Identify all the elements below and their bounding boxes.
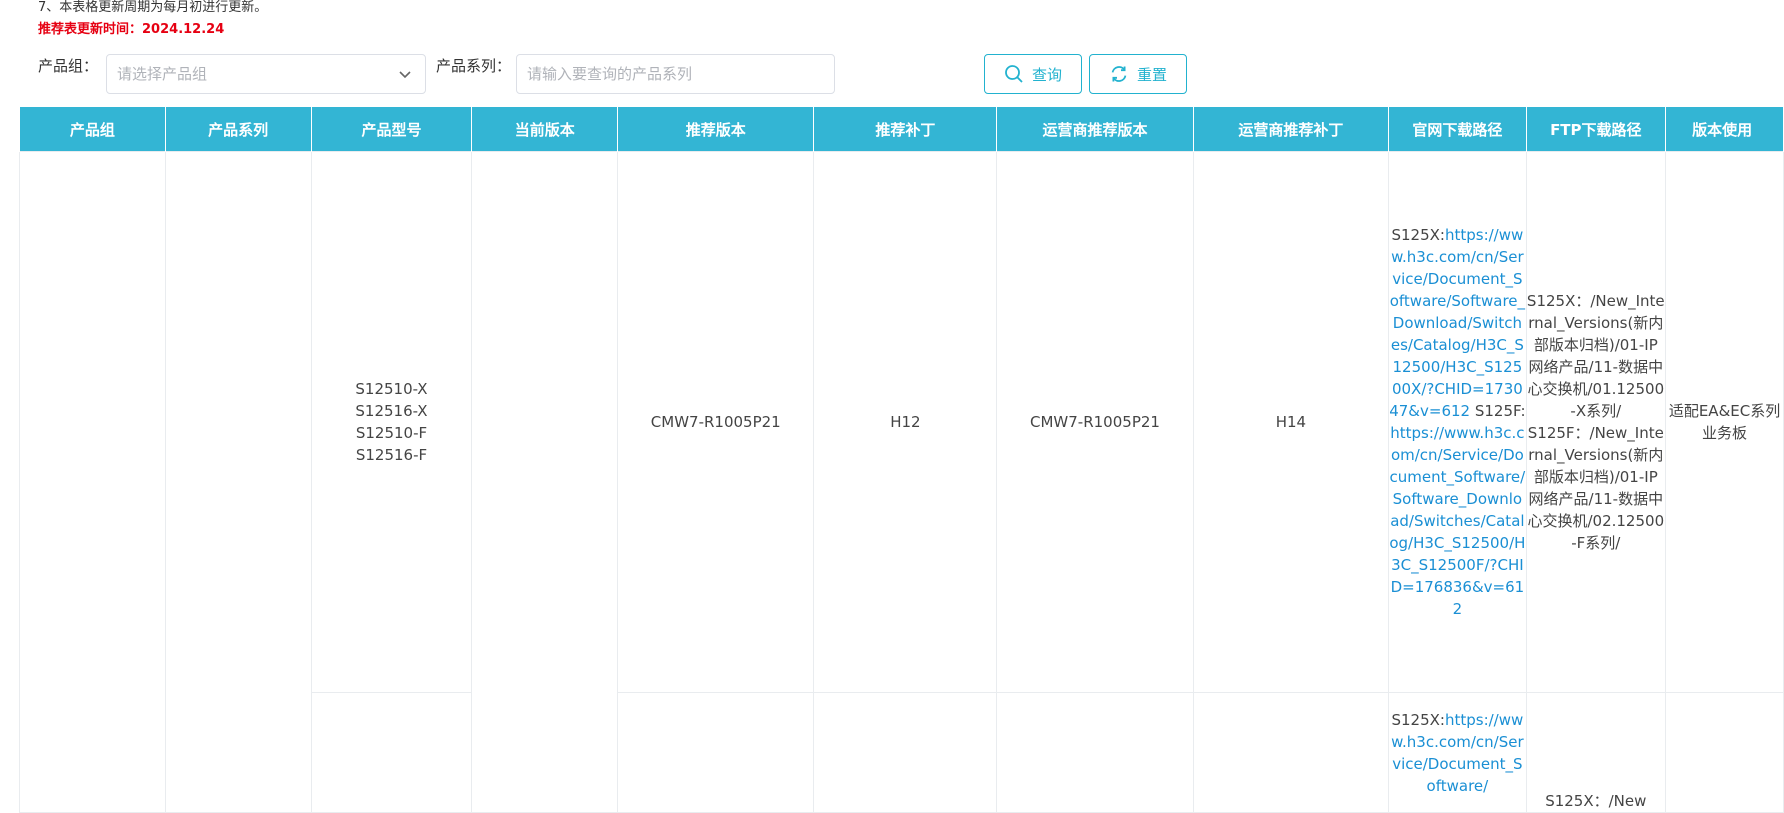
product-series-input[interactable]: 请输入要查询的产品系列 — [516, 54, 835, 94]
cell-op-version: CMW7-R1005P21 — [996, 151, 1194, 693]
cell-version-usage: 适配EA&EC系列业务板 — [1665, 151, 1784, 693]
cell-op-version — [996, 692, 1194, 813]
product-group-select[interactable]: 请选择产品组 — [106, 54, 426, 94]
web-prefix: S125X: — [1391, 226, 1445, 244]
reset-button[interactable]: 重置 — [1089, 54, 1187, 94]
col-product-series[interactable]: 产品系列 — [164, 107, 312, 152]
web-prefix: S125F: — [1474, 402, 1526, 420]
cell-current-version — [471, 151, 619, 813]
table-row: S12510-X S12516-X S12510-F S12516-F CMW7… — [19, 151, 1784, 813]
col-recommended-version[interactable]: 推荐版本 — [617, 107, 815, 152]
web-prefix: S125X: — [1391, 710, 1445, 729]
table-header-row: 产品组 产品系列 产品型号 当前版本 推荐版本 推荐补丁 运营商推荐版本 运营商… — [19, 107, 1784, 152]
cell-rec-version — [617, 692, 815, 813]
notice-line-7: 7、本表格更新周期为每月初进行更新。 — [38, 0, 268, 15]
cell-rec-patch: H12 — [813, 151, 998, 693]
col-recommended-patch[interactable]: 推荐补丁 — [813, 107, 998, 152]
cell-op-patch — [1192, 692, 1390, 813]
cell-model: S12510-X S12516-X S12510-F S12516-F — [310, 151, 473, 693]
cell-op-patch: H14 — [1192, 151, 1390, 693]
col-product-group[interactable]: 产品组 — [19, 107, 166, 152]
update-time: 推荐表更新时间：2024.12.24 — [38, 22, 224, 38]
col-operator-version[interactable]: 运营商推荐版本 — [996, 107, 1194, 152]
chevron-down-icon — [399, 71, 411, 79]
col-current-version[interactable]: 当前版本 — [471, 107, 619, 152]
product-group-label: 产品组： — [38, 57, 99, 75]
reset-label: 重置 — [1136, 65, 1167, 84]
version-table: 产品组 产品系列 产品型号 当前版本 推荐版本 推荐补丁 运营商推荐版本 运营商… — [19, 107, 1784, 813]
web-download-link[interactable]: https://www.h3c.com/cn/Service/Document_… — [1389, 424, 1525, 618]
search-icon — [1005, 65, 1023, 83]
cell-rec-patch — [813, 692, 998, 813]
col-operator-patch[interactable]: 运营商推荐补丁 — [1192, 107, 1390, 152]
col-ftp-download[interactable]: FTP下载路径 — [1525, 107, 1667, 152]
cell-ftp-download: S125X：/New_Internal_Versions(新内部版本归档)/01… — [1525, 151, 1667, 693]
web-download-link[interactable]: https://www.h3c.com/cn/Service/Document_… — [1389, 226, 1525, 420]
cell-web-download: S125X:https://www.h3c.com/cn/Service/Doc… — [1388, 151, 1527, 693]
update-label: 推荐表更新时间： — [38, 22, 143, 37]
col-version-usage[interactable]: 版本使用 — [1665, 107, 1784, 152]
cell-rec-version: CMW7-R1005P21 — [617, 151, 815, 693]
cell-model — [310, 692, 473, 813]
cell-product-series — [164, 151, 312, 813]
product-series-label: 产品系列： — [436, 57, 512, 75]
col-product-model[interactable]: 产品型号 — [310, 107, 473, 152]
query-label: 查询 — [1031, 65, 1062, 84]
cell-product-group — [19, 151, 166, 813]
refresh-icon — [1111, 66, 1127, 82]
cell-web-download: S125X:https://www.h3c.com/cn/Service/Doc… — [1388, 692, 1527, 813]
query-button[interactable]: 查询 — [984, 54, 1082, 94]
product-group-placeholder: 请选择产品组 — [117, 65, 208, 83]
update-date: 2024.12.24 — [142, 22, 225, 37]
product-series-placeholder: 请输入要查询的产品系列 — [527, 65, 693, 83]
cell-version-usage — [1665, 692, 1784, 813]
cell-ftp-download: S125X：/New — [1525, 692, 1667, 813]
col-web-download[interactable]: 官网下载路径 — [1388, 107, 1527, 152]
